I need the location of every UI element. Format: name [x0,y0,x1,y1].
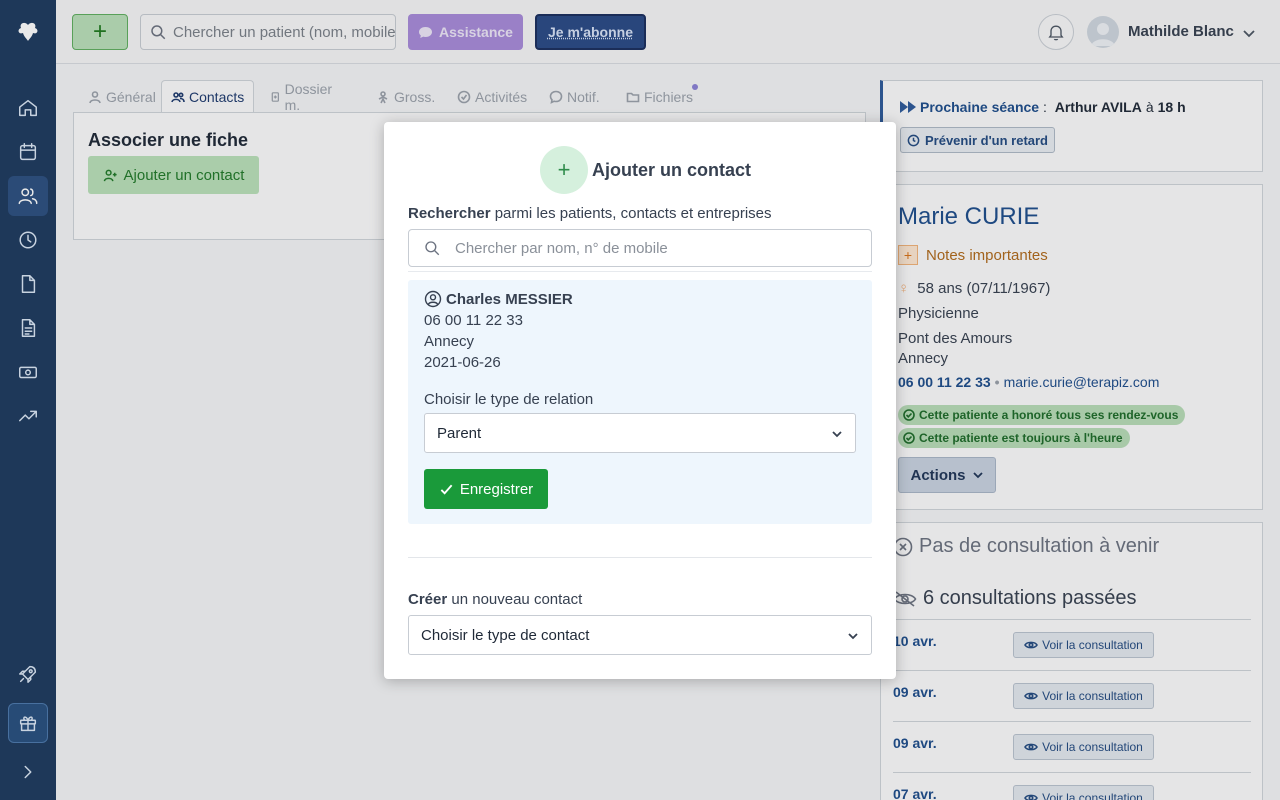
plus-circle-icon: + [540,146,588,194]
relation-type-label: Choisir le type de relation [424,391,594,408]
user-circle-icon [424,290,442,308]
result-phone: 06 00 11 22 33 [424,312,523,329]
result-name: Charles MESSIER [424,290,573,308]
chevron-down-icon [832,431,842,438]
search-icon [425,241,440,256]
contact-search-field[interactable] [408,229,872,267]
check-icon [440,484,453,495]
search-divider [408,271,872,272]
modal-title: Ajouter un contact [592,160,752,180]
contact-search-input[interactable] [455,239,835,257]
result-date: 2021-06-26 [424,354,501,371]
search-label: Rechercher parmi les patients, contacts … [408,205,772,222]
contact-type-select[interactable]: Choisir le type de contact [408,615,872,655]
add-contact-modal: + Ajouter un contact Rechercher parmi le… [384,122,896,679]
save-button[interactable]: Enregistrer [424,469,548,509]
result-city: Annecy [424,333,475,350]
search-result-card[interactable]: Charles MESSIER 06 00 11 22 33 Annecy 20… [408,280,872,524]
create-contact-label: Créer un nouveau contact [408,591,583,608]
chevron-down-icon [848,633,858,640]
section-divider [408,557,872,558]
relation-type-select[interactable]: Parent [424,413,856,453]
